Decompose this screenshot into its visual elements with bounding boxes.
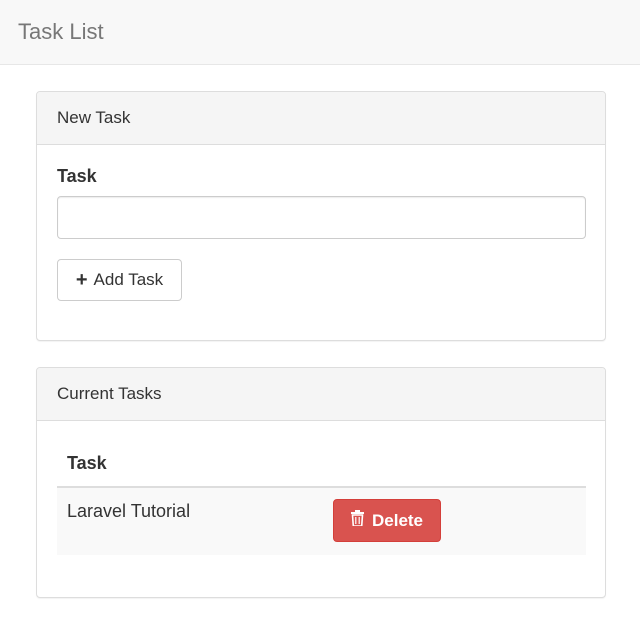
task-name: Laravel Tutorial	[57, 487, 333, 555]
trash-icon	[350, 510, 364, 531]
current-tasks-panel-heading: Current Tasks	[37, 368, 605, 421]
task-actions: Delete	[333, 487, 586, 555]
task-field-label: Task	[57, 166, 97, 186]
add-task-button[interactable]: + Add Task	[57, 259, 182, 301]
add-task-button-label: Add Task	[93, 270, 164, 289]
table-header-row: Task	[57, 440, 586, 488]
tasks-table: Task Laravel Tutorial Delete	[57, 440, 586, 555]
delete-button-label: Delete	[371, 510, 424, 530]
table-row: Laravel Tutorial Delete	[57, 487, 586, 555]
new-task-panel-heading: New Task	[37, 92, 605, 145]
brand-title[interactable]: Task List	[18, 19, 104, 45]
task-input[interactable]	[57, 196, 586, 239]
new-task-panel: New Task Task + Add Task	[36, 91, 606, 341]
delete-button[interactable]: Delete	[333, 499, 441, 542]
current-tasks-panel: Current Tasks Task Laravel Tutorial Dele…	[36, 367, 606, 598]
plus-icon: +	[75, 269, 88, 291]
task-column-header: Task	[57, 440, 333, 488]
navbar: Task List	[0, 0, 640, 65]
actions-column-header	[333, 440, 586, 488]
